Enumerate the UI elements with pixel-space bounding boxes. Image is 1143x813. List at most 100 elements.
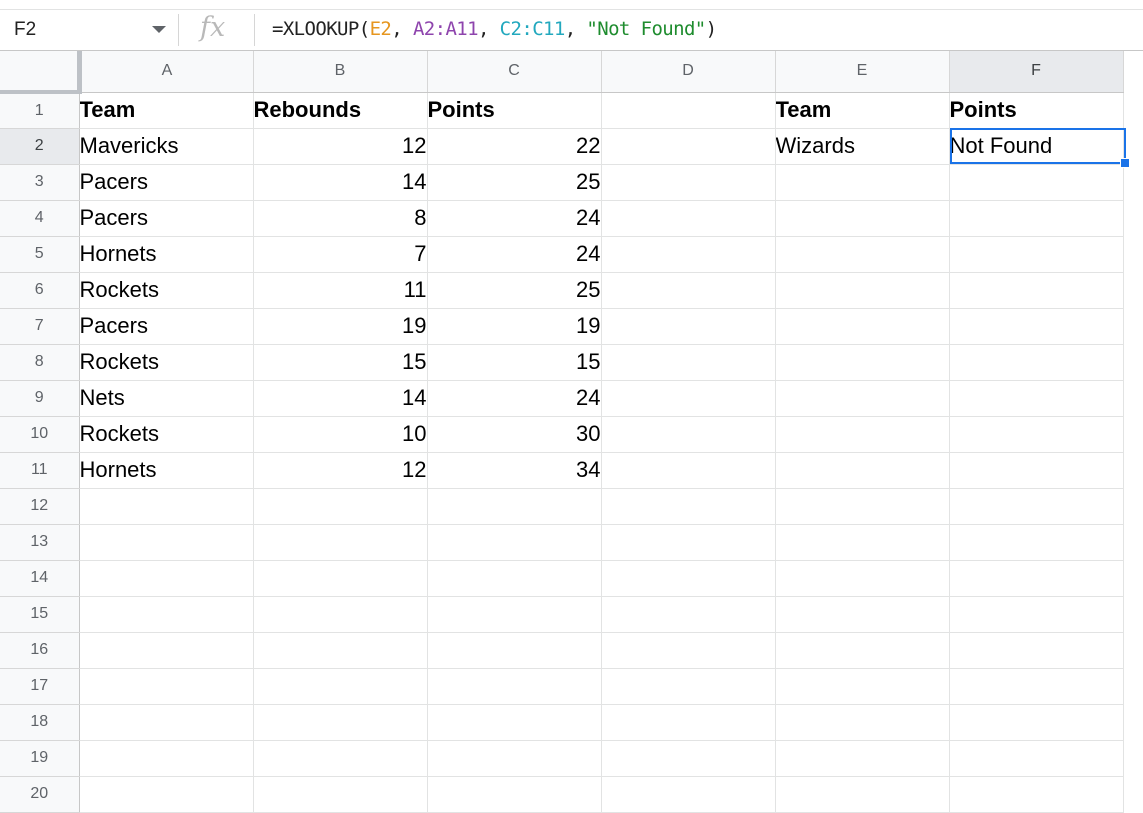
- cell-f8[interactable]: [949, 344, 1124, 381]
- cell-f7[interactable]: [949, 308, 1124, 345]
- row-header-5[interactable]: 5: [0, 236, 80, 273]
- cell-e18[interactable]: [775, 704, 950, 741]
- cell-e7[interactable]: [775, 308, 950, 345]
- cell-a6[interactable]: Rockets: [79, 272, 254, 309]
- cell-a4[interactable]: Pacers: [79, 200, 254, 237]
- cell-a16[interactable]: [79, 632, 254, 669]
- cell-e16[interactable]: [775, 632, 950, 669]
- cell-c13[interactable]: [427, 524, 602, 561]
- cell-a12[interactable]: [79, 488, 254, 525]
- cell-a13[interactable]: [79, 524, 254, 561]
- cell-e14[interactable]: [775, 560, 950, 597]
- cell-a10[interactable]: Rockets: [79, 416, 254, 453]
- cell-d13[interactable]: [601, 524, 776, 561]
- cell-a9[interactable]: Nets: [79, 380, 254, 417]
- cell-f12[interactable]: [949, 488, 1124, 525]
- cell-d15[interactable]: [601, 596, 776, 633]
- cell-a5[interactable]: Hornets: [79, 236, 254, 273]
- cell-b7[interactable]: 19: [253, 308, 428, 345]
- cell-d8[interactable]: [601, 344, 776, 381]
- cell-e2[interactable]: Wizards: [775, 128, 950, 165]
- cell-b10[interactable]: 10: [253, 416, 428, 453]
- cell-d7[interactable]: [601, 308, 776, 345]
- cell-c5[interactable]: 24: [427, 236, 602, 273]
- cell-d11[interactable]: [601, 452, 776, 489]
- cell-b11[interactable]: 12: [253, 452, 428, 489]
- cell-f6[interactable]: [949, 272, 1124, 309]
- fill-handle[interactable]: [1120, 158, 1130, 168]
- cell-e8[interactable]: [775, 344, 950, 381]
- row-header-17[interactable]: 17: [0, 668, 80, 705]
- cell-c3[interactable]: 25: [427, 164, 602, 201]
- name-box-dropdown-icon[interactable]: [152, 26, 166, 33]
- cell-a3[interactable]: Pacers: [79, 164, 254, 201]
- cell-c9[interactable]: 24: [427, 380, 602, 417]
- cell-b3[interactable]: 14: [253, 164, 428, 201]
- cell-f4[interactable]: [949, 200, 1124, 237]
- cell-f17[interactable]: [949, 668, 1124, 705]
- column-header-b[interactable]: B: [253, 51, 428, 93]
- cell-e4[interactable]: [775, 200, 950, 237]
- cell-e6[interactable]: [775, 272, 950, 309]
- cell-e13[interactable]: [775, 524, 950, 561]
- cell-d16[interactable]: [601, 632, 776, 669]
- cell-b6[interactable]: 11: [253, 272, 428, 309]
- column-header-d[interactable]: D: [601, 51, 776, 93]
- cell-b18[interactable]: [253, 704, 428, 741]
- cell-d17[interactable]: [601, 668, 776, 705]
- row-header-20[interactable]: 20: [0, 776, 80, 813]
- formula-input[interactable]: =XLOOKUP(E2, A2:A11, C2:C11, "Not Found"…: [272, 18, 717, 40]
- cell-c16[interactable]: [427, 632, 602, 669]
- row-header-11[interactable]: 11: [0, 452, 80, 489]
- cell-d3[interactable]: [601, 164, 776, 201]
- cell-d14[interactable]: [601, 560, 776, 597]
- cell-b2[interactable]: 12: [253, 128, 428, 165]
- cell-e12[interactable]: [775, 488, 950, 525]
- cell-e10[interactable]: [775, 416, 950, 453]
- row-header-8[interactable]: 8: [0, 344, 80, 381]
- cell-d2[interactable]: [601, 128, 776, 165]
- cell-a11[interactable]: Hornets: [79, 452, 254, 489]
- cell-a1[interactable]: Team: [79, 92, 254, 129]
- cell-c18[interactable]: [427, 704, 602, 741]
- cell-b14[interactable]: [253, 560, 428, 597]
- column-header-e[interactable]: E: [775, 51, 950, 93]
- cell-f19[interactable]: [949, 740, 1124, 777]
- cell-f9[interactable]: [949, 380, 1124, 417]
- cell-a19[interactable]: [79, 740, 254, 777]
- cell-c14[interactable]: [427, 560, 602, 597]
- row-header-7[interactable]: 7: [0, 308, 80, 345]
- cell-c6[interactable]: 25: [427, 272, 602, 309]
- cell-f1[interactable]: Points: [949, 92, 1124, 129]
- cell-a2[interactable]: Mavericks: [79, 128, 254, 165]
- cell-c11[interactable]: 34: [427, 452, 602, 489]
- cell-a14[interactable]: [79, 560, 254, 597]
- cell-d9[interactable]: [601, 380, 776, 417]
- cell-c19[interactable]: [427, 740, 602, 777]
- cell-d12[interactable]: [601, 488, 776, 525]
- row-header-6[interactable]: 6: [0, 272, 80, 309]
- cell-b5[interactable]: 7: [253, 236, 428, 273]
- cell-d6[interactable]: [601, 272, 776, 309]
- cell-f15[interactable]: [949, 596, 1124, 633]
- cell-d10[interactable]: [601, 416, 776, 453]
- cell-e5[interactable]: [775, 236, 950, 273]
- cell-e20[interactable]: [775, 776, 950, 813]
- cell-b15[interactable]: [253, 596, 428, 633]
- cell-a17[interactable]: [79, 668, 254, 705]
- row-header-4[interactable]: 4: [0, 200, 80, 237]
- cell-b13[interactable]: [253, 524, 428, 561]
- cell-f10[interactable]: [949, 416, 1124, 453]
- cell-b12[interactable]: [253, 488, 428, 525]
- cell-c1[interactable]: Points: [427, 92, 602, 129]
- cell-c15[interactable]: [427, 596, 602, 633]
- cell-a8[interactable]: Rockets: [79, 344, 254, 381]
- cell-e3[interactable]: [775, 164, 950, 201]
- cell-a7[interactable]: Pacers: [79, 308, 254, 345]
- cell-f2[interactable]: Not Found: [949, 128, 1124, 165]
- row-header-16[interactable]: 16: [0, 632, 80, 669]
- cell-f3[interactable]: [949, 164, 1124, 201]
- cell-f18[interactable]: [949, 704, 1124, 741]
- cell-a18[interactable]: [79, 704, 254, 741]
- cell-b1[interactable]: Rebounds: [253, 92, 428, 129]
